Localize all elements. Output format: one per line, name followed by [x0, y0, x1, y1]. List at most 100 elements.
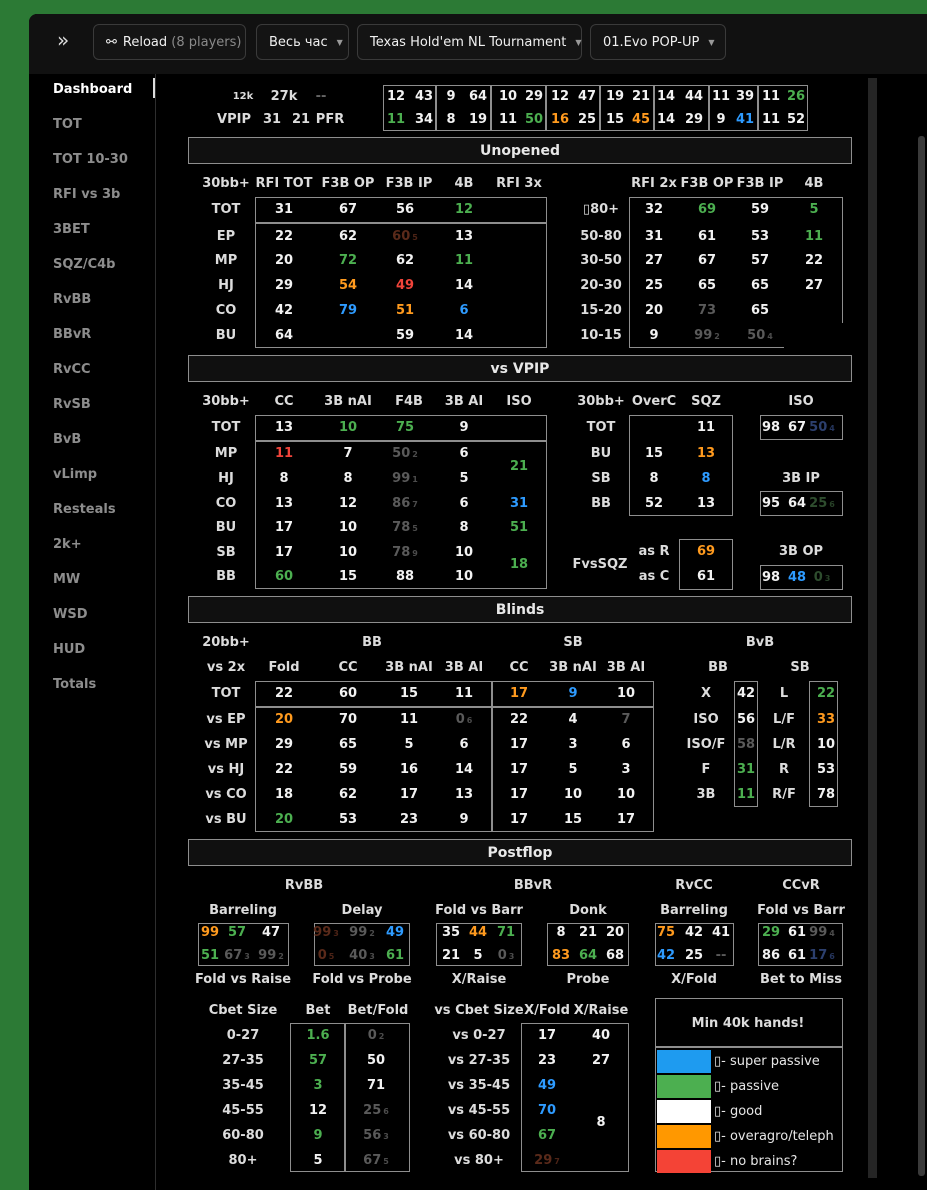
expand-sidebar-icon[interactable]: » — [57, 28, 69, 52]
stat-value[interactable]: 71 — [497, 925, 515, 941]
stat-value[interactable]: 20 — [275, 253, 293, 269]
stat-value[interactable]: 10 — [339, 420, 357, 436]
stat-value[interactable]: 05 — [318, 948, 335, 965]
stat-value[interactable]: 49 — [396, 278, 414, 294]
stat-value[interactable]: 57 — [309, 1053, 327, 1069]
stat-value[interactable]: 5 — [313, 1153, 322, 1169]
stat-value[interactable]: 16 — [400, 762, 418, 778]
stat-value[interactable]: 5 — [473, 948, 482, 964]
stat-value[interactable]: 61 — [386, 948, 404, 964]
stat-value[interactable]: 11 — [697, 420, 715, 436]
stat-value[interactable]: 62 — [396, 253, 414, 269]
stat-value[interactable]: 11 — [455, 253, 473, 269]
stat-value[interactable]: 75 — [396, 420, 414, 436]
summary-stat[interactable]: 12 — [387, 89, 405, 105]
stat-value[interactable]: 20 — [606, 925, 624, 941]
stat-value[interactable]: 71 — [367, 1078, 385, 1094]
stat-value[interactable]: 60 — [339, 686, 357, 702]
stat-value[interactable]: 65 — [339, 737, 357, 753]
stat-value[interactable]: 62 — [339, 229, 357, 245]
sidebar-item-vlimp[interactable]: vLimp — [53, 467, 97, 482]
stat-value[interactable]: 61 — [697, 569, 715, 585]
stat-value[interactable]: 62 — [339, 787, 357, 803]
stat-value[interactable]: 29 — [275, 278, 293, 294]
summary-stat[interactable]: 25 — [578, 112, 596, 128]
stat-value[interactable]: 86 7 — [392, 496, 418, 513]
stat-value[interactable]: 65 — [698, 278, 716, 294]
stat-value[interactable]: 8 — [459, 520, 468, 536]
stat-value[interactable]: 8 — [596, 1115, 605, 1131]
sidebar-item-totals[interactable]: Totals — [53, 677, 96, 692]
stat-value[interactable]: 8 — [343, 471, 352, 487]
stat-value[interactable]: 22 — [510, 712, 528, 728]
stat-value[interactable]: 13 — [455, 787, 473, 803]
summary-stat[interactable]: 11 — [762, 89, 780, 105]
stat-value[interactable]: 53 — [817, 762, 835, 778]
stat-value[interactable]: 22 — [275, 229, 293, 245]
sidebar-item-tot-10-30[interactable]: TOT 10-30 — [53, 152, 128, 167]
stat-value[interactable]: 64 — [788, 496, 806, 512]
stat-value[interactable]: 33 — [817, 712, 835, 728]
stat-value[interactable]: 29 — [762, 925, 780, 941]
sidebar-item-rfi-vs-3b[interactable]: RFI vs 3b — [53, 187, 120, 202]
stat-value[interactable]: 83 — [552, 948, 570, 964]
stat-value[interactable]: 17 — [510, 812, 528, 828]
stat-value[interactable]: 42 — [275, 303, 293, 319]
stat-value[interactable]: 22 — [805, 253, 823, 269]
stat-value[interactable]: 98 — [762, 420, 780, 436]
stat-value[interactable]: 78 — [817, 787, 835, 803]
summary-stat[interactable]: 29 — [525, 89, 543, 105]
stat-value[interactable]: 61 — [698, 229, 716, 245]
stat-value[interactable]: 5 — [404, 737, 413, 753]
stat-value[interactable]: 6 — [459, 446, 468, 462]
stat-value[interactable]: 25 6 — [809, 496, 835, 513]
stat-value[interactable]: 25 6 — [363, 1103, 389, 1120]
stat-value[interactable]: 99 4 — [809, 925, 835, 942]
summary-stat[interactable]: 47 — [578, 89, 596, 105]
stat-value[interactable]: 11 — [400, 712, 418, 728]
stat-value[interactable]: 29 7 — [534, 1153, 560, 1170]
summary-stat[interactable]: 45 — [632, 112, 650, 128]
period-select[interactable]: Весь час ▼ — [256, 24, 349, 60]
stat-value[interactable]: 58 — [737, 737, 755, 753]
reload-button[interactable]: ⚯ Reload (8 players) — [93, 24, 246, 60]
summary-stat[interactable]: 16 — [551, 112, 569, 128]
summary-stat[interactable]: 52 — [787, 112, 805, 128]
stat-value[interactable]: 14 — [455, 762, 473, 778]
stat-value[interactable]: 65 — [751, 303, 769, 319]
stat-value[interactable]: 56 — [737, 712, 755, 728]
stat-value[interactable]: 20 — [275, 712, 293, 728]
stat-value[interactable]: 79 — [339, 303, 357, 319]
stat-value[interactable]: 13 — [697, 446, 715, 462]
summary-stat[interactable]: 29 — [685, 112, 703, 128]
stat-value[interactable]: 51 — [201, 948, 219, 964]
stat-value[interactable]: 6 — [459, 303, 468, 319]
stat-value[interactable]: 9 — [649, 328, 658, 344]
stat-value[interactable]: 61 — [788, 925, 806, 941]
stat-value[interactable]: 23 — [400, 812, 418, 828]
stat-value[interactable]: 10 — [339, 520, 357, 536]
sidebar-item-bvb[interactable]: BvB — [53, 432, 81, 447]
stat-value[interactable]: 13 — [697, 496, 715, 512]
stat-value[interactable]: 06 — [456, 712, 473, 729]
stat-value[interactable]: 4 — [568, 712, 577, 728]
stat-value[interactable]: 72 — [339, 253, 357, 269]
stat-value[interactable]: 99 1 — [392, 471, 418, 488]
summary-stat[interactable]: 50 — [525, 112, 543, 128]
summary-stat[interactable]: 11 — [762, 112, 780, 128]
summary-stat[interactable]: 41 — [736, 112, 754, 128]
stat-value[interactable]: 53 — [751, 229, 769, 245]
stat-value[interactable]: 53 — [339, 812, 357, 828]
summary-stat[interactable]: 34 — [415, 112, 433, 128]
stat-value[interactable]: 9 — [459, 812, 468, 828]
stat-value[interactable]: 10 — [817, 737, 835, 753]
stat-value[interactable]: 14 — [455, 328, 473, 344]
summary-stat[interactable]: 14 — [657, 112, 675, 128]
stat-value[interactable]: 13 — [455, 229, 473, 245]
stat-value[interactable]: 50 — [367, 1053, 385, 1069]
stat-value[interactable]: 99 3 — [313, 925, 339, 942]
stat-value[interactable]: 8 — [556, 925, 565, 941]
stat-value[interactable]: 9 — [313, 1128, 322, 1144]
stat-value[interactable]: 49 — [538, 1078, 556, 1094]
summary-stat[interactable]: 14 — [657, 89, 675, 105]
